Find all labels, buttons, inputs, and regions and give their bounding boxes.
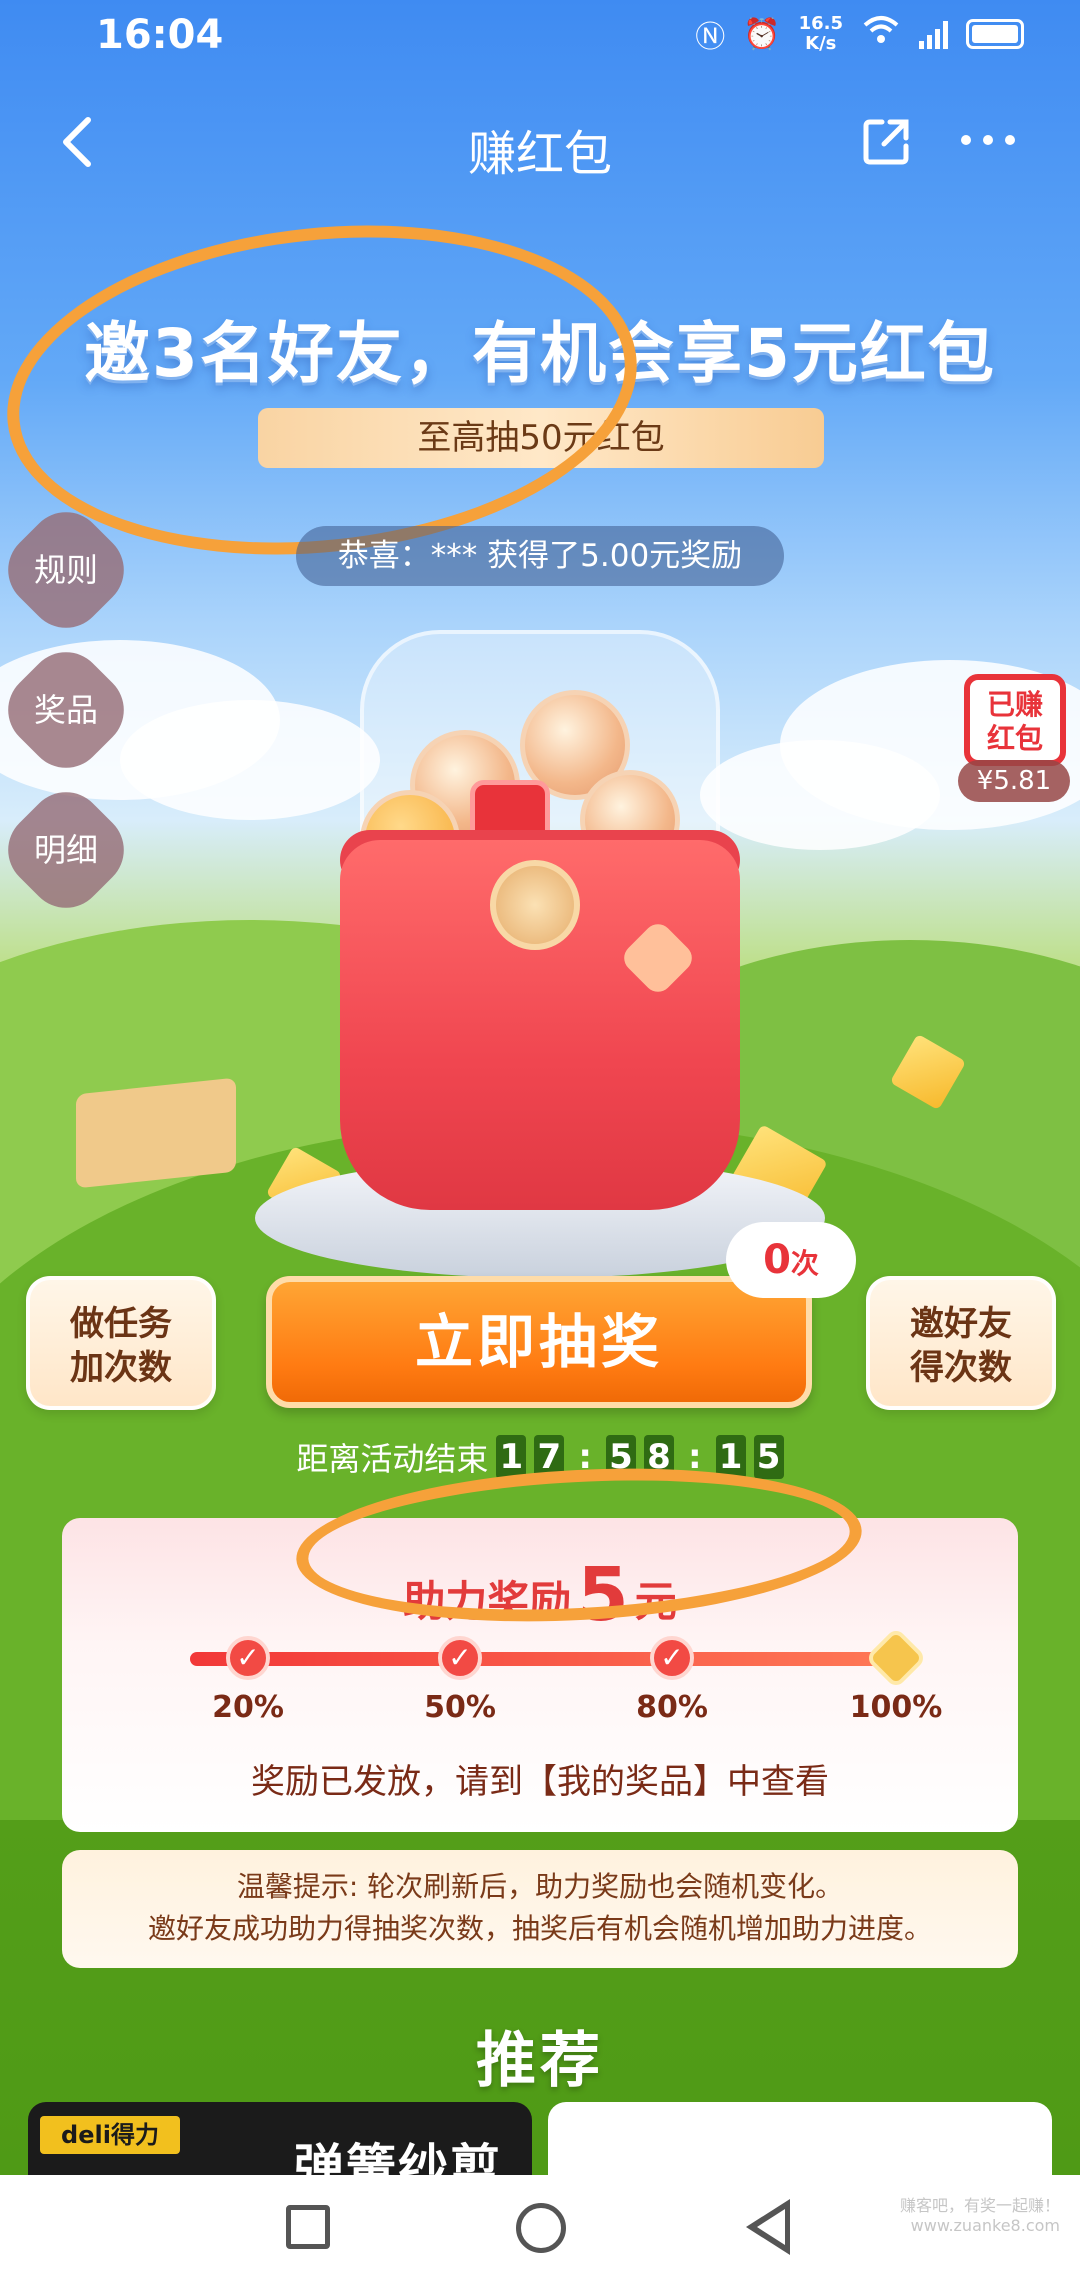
more-dots-icon bbox=[961, 135, 1015, 145]
congrats-ticker: 恭喜：*** 获得了5.00元奖励 bbox=[296, 526, 784, 586]
home-button[interactable] bbox=[516, 2203, 566, 2253]
milestone-percent: 50% bbox=[424, 1690, 496, 1725]
tip-line: 温馨提示: 轮次刷新后，助力奖励也会随机变化。 bbox=[236, 1870, 844, 1903]
milestone-check-icon: ✓ bbox=[650, 1636, 694, 1680]
status-icons: Ⓝ ⏰ 16.5 K/s bbox=[695, 12, 1024, 56]
rules-label: 规则 bbox=[33, 551, 98, 589]
prizes-label: 奖品 bbox=[33, 691, 98, 729]
back-nav-button[interactable] bbox=[746, 2199, 790, 2255]
bag-buckle bbox=[490, 860, 580, 950]
invite-friends-button[interactable]: 邀好友 得次数 bbox=[866, 1276, 1056, 1410]
watermark: 赚客吧，有奖一起赚！ www.zuanke8.com bbox=[899, 2196, 1060, 2235]
alarm-icon: ⏰ bbox=[743, 16, 781, 52]
milestone-percent: 100% bbox=[849, 1690, 943, 1725]
tips-card: 温馨提示: 轮次刷新后，助力奖励也会随机变化。 邀好友成功助力得抽奖次数，抽奖后… bbox=[62, 1850, 1018, 1968]
gift-box-decor bbox=[76, 1077, 236, 1189]
status-time: 16:04 bbox=[96, 12, 224, 58]
countdown-digit: 5 bbox=[753, 1435, 784, 1479]
tip-line: 邀好友成功助力得抽奖次数，抽奖后有机会随机增加助力进度。 bbox=[147, 1912, 932, 1945]
status-bar: 16:04 Ⓝ ⏰ 16.5 K/s bbox=[0, 0, 1080, 72]
countdown-label: 距离活动结束 bbox=[296, 1440, 489, 1478]
more-button[interactable] bbox=[958, 120, 1018, 160]
do-task-label: 做任务 加次数 bbox=[70, 1304, 172, 1388]
signal-icon bbox=[919, 19, 948, 49]
draw-count-unit: 次 bbox=[790, 1247, 819, 1280]
wifi-icon bbox=[861, 15, 901, 53]
earned-redpacket-badge[interactable]: 已赚 红包 ¥5.81 bbox=[958, 674, 1070, 804]
details-label: 明细 bbox=[33, 831, 98, 869]
earned-label: 已赚 红包 bbox=[964, 674, 1066, 766]
milestone-check-icon: ✓ bbox=[226, 1636, 270, 1680]
brand-logo: deli得力 bbox=[40, 2116, 180, 2154]
recommend-title: 推荐 bbox=[476, 2026, 604, 2096]
milestone-check-icon: ✓ bbox=[438, 1636, 482, 1680]
milestone-percent: 80% bbox=[636, 1690, 708, 1725]
prize-jar bbox=[330, 630, 750, 1210]
draw-count-bubble: 0次 bbox=[726, 1222, 856, 1298]
invite-friends-label: 邀好友 得次数 bbox=[910, 1304, 1012, 1388]
earned-amount: ¥5.81 bbox=[958, 760, 1070, 802]
nfc-icon: Ⓝ bbox=[695, 20, 726, 55]
nav-bar: 赚红包 bbox=[0, 100, 1080, 196]
countdown-digit: 1 bbox=[496, 1435, 527, 1479]
recents-button[interactable] bbox=[286, 2205, 330, 2249]
reward-note: 奖励已发放，请到【我的奖品】中查看 bbox=[251, 1762, 829, 1802]
draw-now-button[interactable]: 立即抽奖 bbox=[266, 1276, 812, 1408]
share-icon bbox=[863, 119, 909, 165]
milestone-percent: 20% bbox=[212, 1690, 284, 1725]
draw-count-value: 0 bbox=[763, 1237, 791, 1283]
battery-icon bbox=[966, 19, 1024, 49]
progress-track bbox=[190, 1652, 914, 1666]
page-title: 赚红包 bbox=[467, 126, 612, 182]
do-task-button[interactable]: 做任务 加次数 bbox=[26, 1276, 216, 1410]
share-button[interactable] bbox=[860, 116, 912, 168]
net-speed: 16.5 K/s bbox=[798, 13, 843, 54]
